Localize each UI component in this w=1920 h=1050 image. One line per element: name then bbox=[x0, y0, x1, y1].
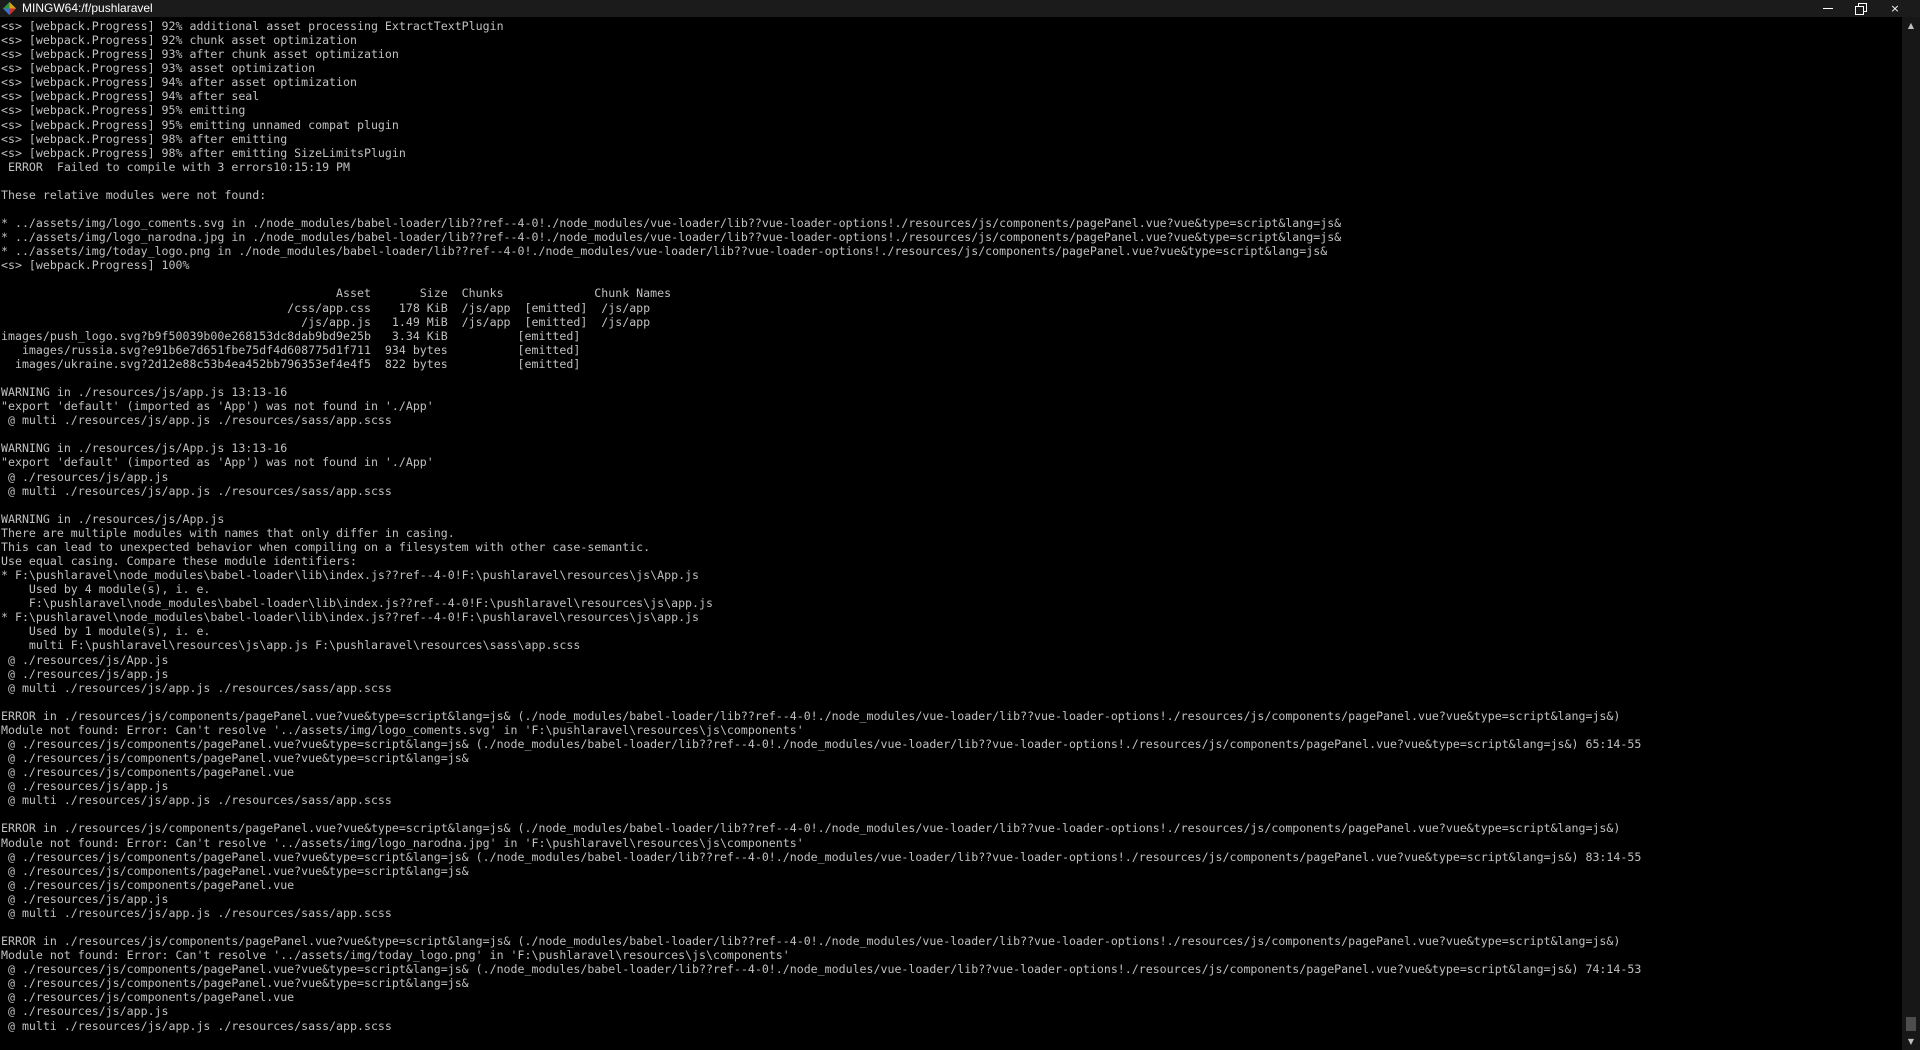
terminal-line: <s> [webpack.Progress] 98% after emittin… bbox=[1, 145, 406, 160]
terminal-line: Module not found: Error: Can't resolve '… bbox=[1, 722, 804, 737]
terminal-line: ERROR in ./resources/js/components/pageP… bbox=[1, 934, 1621, 949]
terminal-line: @ ./resources/js/app.js bbox=[1, 891, 169, 906]
terminal-line: These relative modules were not found: bbox=[1, 187, 267, 202]
terminal-line: "export 'default' (imported as 'App') wa… bbox=[1, 399, 434, 414]
scrollbar-thumb[interactable] bbox=[1906, 1017, 1916, 1031]
terminal-line: * ../assets/img/today_logo.png in ./node… bbox=[1, 244, 1328, 259]
terminal-line: @ multi ./resources/js/app.js ./resource… bbox=[1, 793, 392, 808]
terminal-line: /js/app.js 1.49 MiB /js/app [emitted] /j… bbox=[1, 314, 651, 329]
terminal-line: "export 'default' (imported as 'App') wa… bbox=[1, 455, 434, 470]
terminal-line: @ ./resources/js/app.js bbox=[1, 1004, 169, 1019]
terminal-line: F:\pushlaravel\node_modules\babel-loader… bbox=[1, 596, 713, 611]
terminal-line: * ../assets/img/logo_narodna.jpg in ./no… bbox=[1, 230, 1342, 245]
terminal-line: ERROR Failed to compile with 3 errors10:… bbox=[1, 159, 351, 174]
terminal-line: * F:\pushlaravel\node_modules\babel-load… bbox=[1, 568, 700, 583]
terminal-line: @ multi ./resources/js/app.js ./resource… bbox=[1, 483, 392, 498]
terminal-line: @ ./resources/js/components/pagePanel.vu… bbox=[1, 990, 295, 1005]
minimize-button[interactable] bbox=[1810, 0, 1846, 17]
terminal-line: images/russia.svg?e91b6e7d651fbe75df4d60… bbox=[1, 342, 581, 357]
terminal-line: <s> [webpack.Progress] 100% bbox=[1, 258, 190, 273]
terminal-line: @ multi ./resources/js/app.js ./resource… bbox=[1, 1018, 392, 1033]
terminal-line: ERROR in ./resources/js/components/pageP… bbox=[1, 821, 1621, 836]
terminal-line: <s> [webpack.Progress] 95% emitting bbox=[1, 103, 246, 118]
vertical-scrollbar[interactable]: ▲ ▼ bbox=[1902, 17, 1920, 1050]
terminal-line: @ ./resources/js/app.js bbox=[1, 779, 169, 794]
terminal-line: @ ./resources/js/components/pagePanel.vu… bbox=[1, 962, 1642, 977]
terminal-line: images/ukraine.svg?2d12e88c53b4ea452bb79… bbox=[1, 356, 581, 371]
terminal-line: Use equal casing. Compare these module i… bbox=[1, 553, 357, 568]
title-bar[interactable]: MINGW64:/f/pushlaravel × bbox=[0, 0, 1920, 17]
terminal-line: There are multiple modules with names th… bbox=[1, 525, 455, 540]
terminal-line: @ ./resources/js/App.js bbox=[1, 652, 169, 667]
terminal-line: <s> [webpack.Progress] 94% after asset o… bbox=[1, 75, 357, 90]
scroll-up-icon[interactable]: ▲ bbox=[1902, 17, 1920, 34]
terminal-line: <s> [webpack.Progress] 93% asset optimiz… bbox=[1, 61, 316, 76]
terminal-line: * ../assets/img/logo_coments.svg in ./no… bbox=[1, 216, 1342, 231]
terminal-line: images/push_logo.svg?b9f50039b00e268153d… bbox=[1, 328, 581, 343]
minimize-icon bbox=[1823, 8, 1833, 9]
terminal-line: @ ./resources/js/components/pagePanel.vu… bbox=[1, 751, 469, 766]
terminal-line: Asset Size Chunks Chunk Names bbox=[1, 286, 672, 301]
terminal-line: multi F:\pushlaravel\resources\js\app.js… bbox=[1, 638, 581, 653]
restore-button[interactable] bbox=[1843, 0, 1879, 17]
terminal-line: This can lead to unexpected behavior whe… bbox=[1, 539, 651, 554]
terminal-line: Used by 1 module(s), i. e. bbox=[1, 624, 211, 639]
terminal-line: @ ./resources/js/components/pagePanel.vu… bbox=[1, 849, 1642, 864]
close-button[interactable]: × bbox=[1877, 0, 1913, 17]
scroll-down-icon[interactable]: ▼ bbox=[1902, 1033, 1920, 1050]
terminal-line: <s> [webpack.Progress] 94% after seal bbox=[1, 89, 260, 104]
terminal-line: <s> [webpack.Progress] 93% after chunk a… bbox=[1, 47, 399, 62]
terminal-line: Module not found: Error: Can't resolve '… bbox=[1, 948, 790, 963]
terminal-line: @ ./resources/js/app.js bbox=[1, 666, 169, 681]
terminal-window: MINGW64:/f/pushlaravel × <s> [webpack.Pr… bbox=[0, 0, 1920, 1050]
terminal-line: @ multi ./resources/js/app.js ./resource… bbox=[1, 905, 392, 920]
terminal-line: @ ./resources/js/components/pagePanel.vu… bbox=[1, 976, 469, 991]
terminal-line: @ multi ./resources/js/app.js ./resource… bbox=[1, 413, 392, 428]
terminal-line: Module not found: Error: Can't resolve '… bbox=[1, 835, 804, 850]
window-title: MINGW64:/f/pushlaravel bbox=[22, 1, 153, 15]
terminal-line: <s> [webpack.Progress] 92% additional as… bbox=[1, 19, 504, 33]
terminal-line: <s> [webpack.Progress] 92% chunk asset o… bbox=[1, 33, 357, 48]
terminal-line: /css/app.css 178 KiB /js/app [emitted] /… bbox=[1, 300, 651, 315]
terminal-line: @ ./resources/js/components/pagePanel.vu… bbox=[1, 736, 1642, 751]
terminal-line: @ multi ./resources/js/app.js ./resource… bbox=[1, 680, 392, 695]
terminal-line: WARNING in ./resources/js/App.js bbox=[1, 511, 225, 526]
terminal-line: <s> [webpack.Progress] 98% after emittin… bbox=[1, 131, 288, 146]
terminal-line: WARNING in ./resources/js/App.js 13:13-1… bbox=[1, 441, 288, 456]
terminal-line: @ ./resources/js/components/pagePanel.vu… bbox=[1, 863, 469, 878]
terminal-line: <s> [webpack.Progress] 95% emitting unna… bbox=[1, 117, 399, 132]
terminal-line: Used by 4 module(s), i. e. bbox=[1, 582, 211, 597]
terminal-output[interactable]: <s> [webpack.Progress] 92% additional as… bbox=[1, 19, 1896, 1050]
terminal-line: @ ./resources/js/components/pagePanel.vu… bbox=[1, 765, 295, 780]
terminal-line: WARNING in ./resources/js/app.js 13:13-1… bbox=[1, 385, 288, 400]
mingw-app-icon[interactable] bbox=[3, 2, 16, 15]
terminal-line: ERROR in ./resources/js/components/pageP… bbox=[1, 708, 1621, 723]
terminal-line: @ ./resources/js/app.js bbox=[1, 469, 169, 484]
terminal-line: @ ./resources/js/components/pagePanel.vu… bbox=[1, 877, 295, 892]
close-icon: × bbox=[1890, 2, 1900, 15]
terminal-line: * F:\pushlaravel\node_modules\babel-load… bbox=[1, 610, 700, 625]
